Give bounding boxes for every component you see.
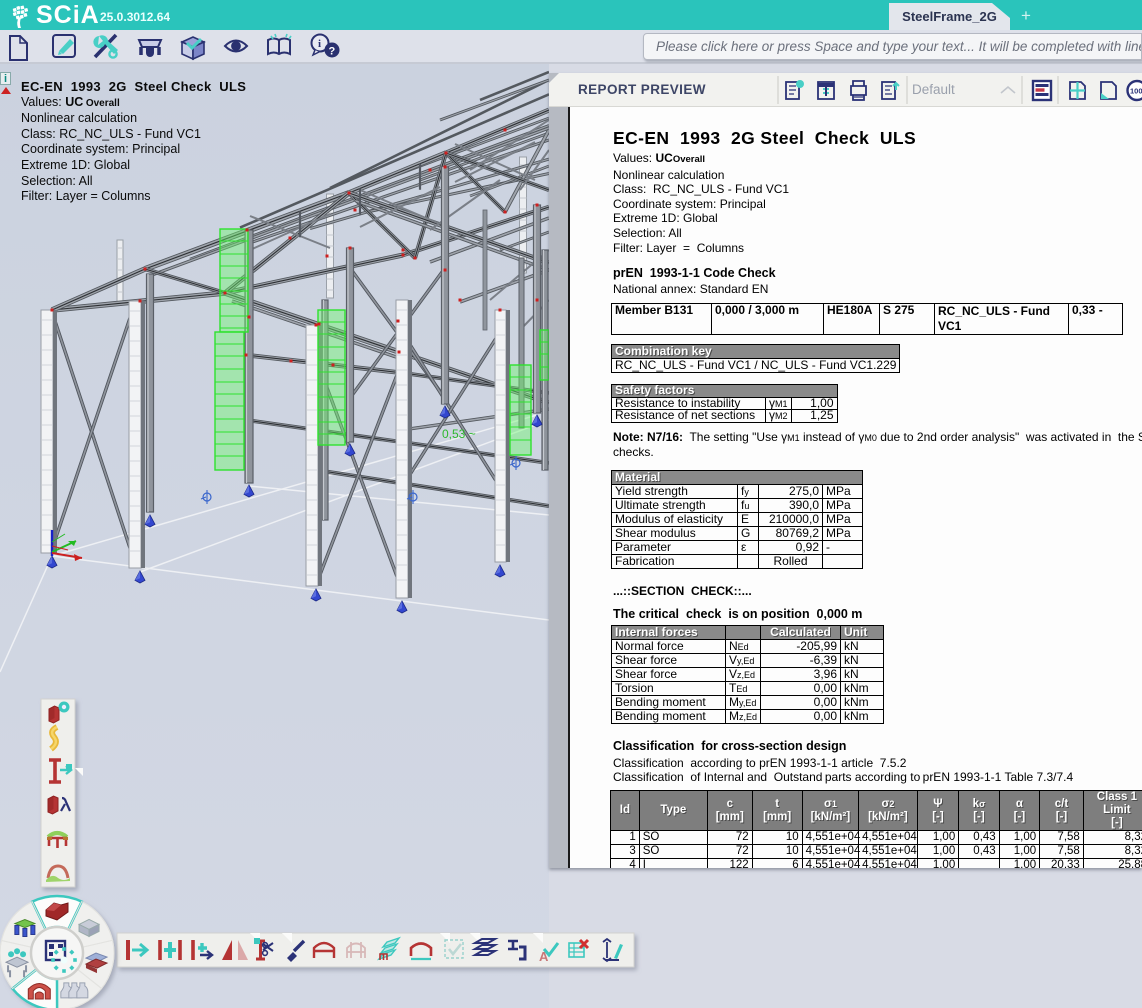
svg-text:i: i: [318, 38, 321, 50]
svg-text:0,53 ~: 0,53 ~: [442, 427, 476, 441]
svg-text:Default: Default: [912, 82, 955, 97]
svg-text:100: 100: [1130, 87, 1142, 96]
svg-text:?: ?: [329, 46, 336, 58]
